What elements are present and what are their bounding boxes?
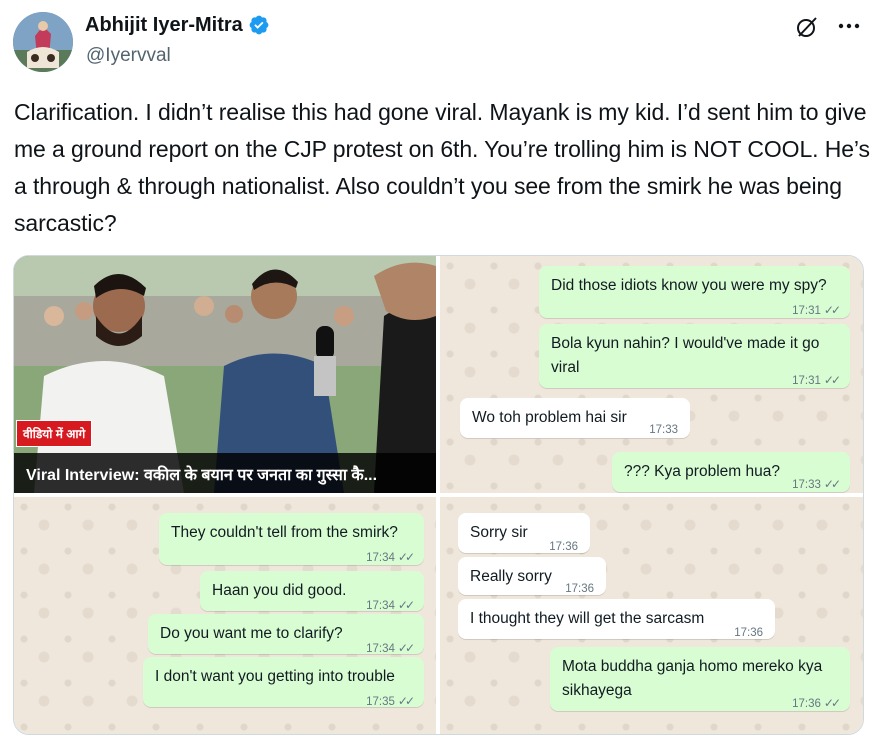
message-text: Do you want me to clarify?	[160, 625, 343, 642]
video-caption-bar: Viral Interview: वकील के बयान पर जनता का…	[14, 453, 436, 493]
chat-bubble-outgoing: Do you want me to clarify? 17:34 ✓✓	[148, 614, 424, 655]
double-check-icon: ✓✓	[823, 373, 841, 387]
message-time: 17:31 ✓✓	[792, 373, 841, 387]
message-text: Sorry sir	[470, 524, 528, 541]
chat-bubble-outgoing: They couldn't tell from the smirk? 17:34…	[159, 513, 424, 565]
message-time: 17:33	[649, 424, 678, 436]
message-text: ??? Kya problem hua?	[624, 463, 780, 480]
message-time: 17:36 ✓✓	[792, 696, 841, 710]
chat-screenshot-3[interactable]: Sorry sir 17:36 Really sorry 17:36 I tho…	[440, 497, 863, 734]
message-time: 17:34 ✓✓	[366, 550, 415, 564]
message-text: Wo toh problem hai sir	[472, 409, 627, 426]
message-time: 17:36	[734, 627, 763, 639]
more-icon[interactable]	[835, 14, 863, 38]
double-check-icon: ✓✓	[397, 550, 415, 564]
chat-screenshot-2[interactable]: They couldn't tell from the smirk? 17:34…	[14, 497, 436, 734]
double-check-icon: ✓✓	[823, 303, 841, 317]
video-thumbnail[interactable]: वीडियो में आगे Viral Interview: वकील के …	[14, 256, 436, 493]
grok-icon[interactable]	[795, 15, 819, 39]
message-time: 17:36	[565, 583, 594, 595]
chat-bubble-outgoing: Did those idiots know you were my spy? 1…	[539, 266, 850, 318]
chat-bubble-outgoing: Mota buddha ganja homo mereko kya sikhay…	[550, 647, 850, 711]
message-text: Did those idiots know you were my spy?	[551, 277, 827, 294]
chat-screenshot-1[interactable]: Did those idiots know you were my spy? 1…	[440, 256, 863, 493]
message-text: I thought they will get the sarcasm	[470, 610, 705, 627]
verified-badge-icon[interactable]	[248, 14, 270, 36]
message-text: Mota buddha ganja homo mereko kya	[562, 658, 823, 675]
video-caption: Viral Interview: वकील के बयान पर जनता का…	[26, 467, 378, 484]
message-text: Bola kyun nahin? I would've made it go	[551, 335, 820, 352]
message-text: I don't want you getting into trouble	[155, 668, 395, 685]
message-time: 17:33 ✓✓	[792, 477, 841, 491]
media-grid[interactable]: वीडियो में आगे Viral Interview: वकील के …	[13, 255, 864, 735]
message-text: Really sorry	[470, 568, 552, 585]
message-text: viral	[551, 359, 580, 376]
author-name[interactable]: Abhijit Iyer-Mitra	[85, 13, 243, 37]
video-tag: वीडियो में आगे	[16, 420, 93, 447]
chat-bubble-outgoing: Bola kyun nahin? I would've made it go v…	[539, 324, 850, 388]
message-text: They couldn't tell from the smirk?	[171, 524, 398, 541]
chat-bubble-outgoing: I don't want you getting into trouble 17…	[143, 657, 424, 708]
double-check-icon: ✓✓	[397, 641, 415, 655]
avatar[interactable]	[13, 12, 73, 72]
double-check-icon: ✓✓	[397, 694, 415, 708]
chat-bubble-incoming: Wo toh problem hai sir 17:33	[460, 398, 690, 438]
message-text: Haan you did good.	[212, 582, 347, 599]
author-row: Abhijit Iyer-Mitra	[85, 13, 270, 37]
chat-bubble-outgoing: Haan you did good. 17:34 ✓✓	[200, 571, 424, 612]
message-time: 17:31 ✓✓	[792, 303, 841, 317]
chat-bubble-incoming: Really sorry 17:36	[458, 557, 606, 595]
author-handle[interactable]: @Iyervval	[86, 45, 171, 67]
double-check-icon: ✓✓	[823, 696, 841, 710]
message-time: 17:36	[549, 541, 578, 553]
message-time: 17:35 ✓✓	[366, 694, 415, 708]
chat-bubble-outgoing: ??? Kya problem hua? 17:33 ✓✓	[612, 452, 850, 492]
chat-bubble-incoming: I thought they will get the sarcasm 17:3…	[458, 599, 775, 639]
tweet-header: Abhijit Iyer-Mitra @Iyervval	[0, 0, 880, 90]
chat-bubble-incoming: Sorry sir 17:36	[458, 513, 590, 553]
double-check-icon: ✓✓	[823, 477, 841, 491]
message-text: sikhayega	[562, 682, 632, 699]
double-check-icon: ✓✓	[397, 598, 415, 612]
tweet-text: Clarification. I didn’t realise this had…	[14, 99, 870, 236]
